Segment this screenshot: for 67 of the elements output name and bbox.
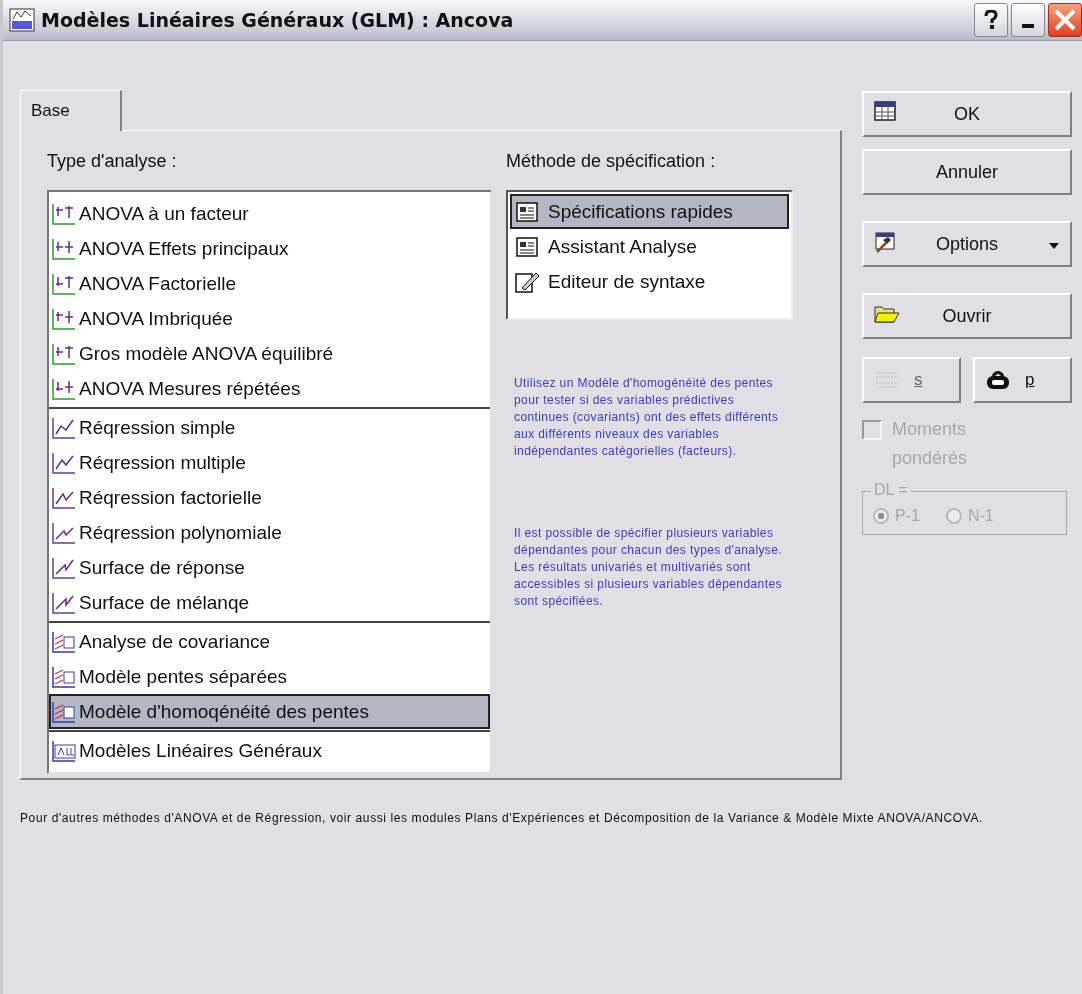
close-button[interactable] <box>1048 3 1082 37</box>
table-icon <box>874 101 896 121</box>
chart-icon <box>51 738 77 763</box>
chart-icon <box>51 520 77 545</box>
folder-icon <box>874 303 900 325</box>
chart-icon <box>51 555 77 580</box>
list-item[interactable]: Surface de mélanqe <box>49 585 490 620</box>
chart-icon <box>51 629 77 654</box>
minimize-button[interactable] <box>1011 3 1045 37</box>
document-icon <box>514 234 540 259</box>
cancel-button[interactable]: Annuler <box>862 149 1072 195</box>
analysis-type-list[interactable] <box>47 190 492 774</box>
chart-icon <box>51 590 77 615</box>
weight-button[interactable]: p <box>973 357 1072 403</box>
list-item[interactable]: ANOVA à un facteur <box>49 196 490 231</box>
radio-label: P-1 <box>895 507 920 525</box>
hammer-icon <box>874 231 896 253</box>
checkbox-label: Moments <box>892 419 967 440</box>
list-item[interactable]: Modèle d'homoqénéité des pentes <box>49 694 490 729</box>
chart-icon <box>51 699 77 724</box>
help-button[interactable] <box>974 3 1008 37</box>
document-icon <box>514 199 540 224</box>
list-item[interactable]: Editeur de syntaxe <box>510 264 789 299</box>
chart-icon <box>51 450 77 475</box>
list-item[interactable]: Modèle pentes séparées <box>49 659 490 694</box>
close-icon <box>1053 8 1077 32</box>
chart-icon <box>51 306 77 331</box>
radio-label: N-1 <box>967 507 994 525</box>
minimize-icon <box>1022 24 1034 28</box>
chart-icon <box>51 415 77 440</box>
window-title: Modèles Linéaires Généraux (GLM) : Ancova <box>41 9 515 31</box>
list-item[interactable]: Réqression simple <box>49 410 490 445</box>
list-item[interactable]: ANOVA Effets principaux <box>49 231 490 266</box>
ok-button[interactable]: OK <box>862 91 1072 137</box>
open-button[interactable]: Ouvrir <box>862 293 1072 339</box>
weight-icon <box>985 369 1011 391</box>
footer-text: Pour d'autres méthodes d'ANOVA et de Régression, voir aussi les modules Plans d'Expériences et Décomposition de la Variance & Modèle Mixte ANOVA/ANCOVA. <box>20 810 984 827</box>
help-text: Il est possible de spécifier plusieurs variables dépendantes pour chacun des types d'analyse. Les résultats univariés et multivariés sont accessibles si plusieurs variables dépendantes sont spécifiées. <box>513 525 784 610</box>
list-item[interactable]: Analyse de covariance <box>49 624 490 659</box>
chart-icon <box>51 271 77 296</box>
list-label: Type d'analyse : <box>47 151 178 172</box>
chart-icon <box>51 376 77 401</box>
help-text: Utilisez un Modèle d'homogénéité des pentes pour tester si des variables prédictives continues (covariants) ont des effets différents aux différents niveaux des variables indépendantes catégorielles (facteurs). <box>513 375 780 460</box>
chart-icon <box>51 485 77 510</box>
chart-icon <box>51 341 77 366</box>
chart-icon <box>51 236 77 261</box>
checkbox-label: pondérés <box>891 448 969 469</box>
list-item[interactable]: Surface de réponse <box>49 550 490 585</box>
method-list[interactable]: Spécifications rapides Assistant Analyse Editeur de syntaxe <box>506 190 793 320</box>
list-item[interactable]: Réqression polynomiale <box>49 515 490 550</box>
help-icon <box>984 10 998 30</box>
list-item[interactable]: Réqression factorielle <box>49 480 490 515</box>
list-item[interactable]: Réqression multiple <box>49 445 490 480</box>
list-item[interactable]: ANOVA Factorielle <box>49 266 490 301</box>
list-item[interactable]: Spécifications rapides <box>510 194 789 229</box>
chart-icon <box>51 201 77 226</box>
list-item[interactable]: Gros modèle ANOVA équilibré <box>49 336 490 371</box>
list-item[interactable]: ANOVA Mesures répétées <box>49 371 490 406</box>
list-item[interactable]: ANOVA Imbriquée <box>49 301 490 336</box>
chart-icon <box>51 664 77 689</box>
app-icon <box>9 8 35 32</box>
tab[interactable]: Base <box>20 90 122 131</box>
list-item[interactable]: Modèles Linéaires Généraux <box>49 733 490 768</box>
list-label: Méthode de spécification : <box>506 151 717 172</box>
list-item[interactable]: Assistant Analyse <box>510 229 789 264</box>
caret-icon <box>1048 242 1060 250</box>
options-button[interactable]: Options <box>862 221 1072 267</box>
